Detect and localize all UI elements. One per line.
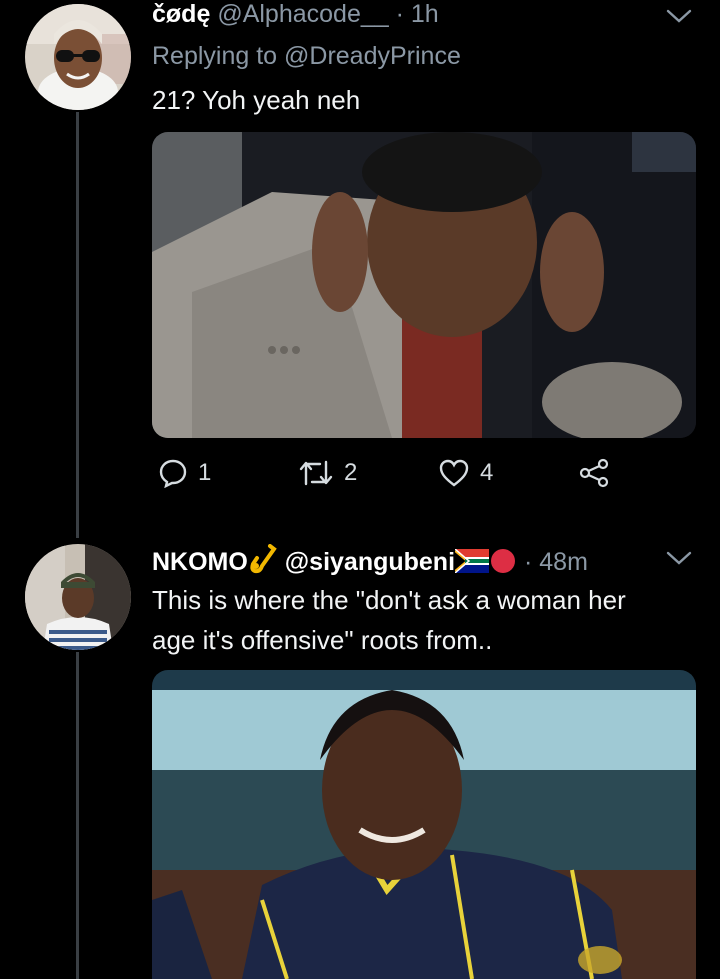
thread-line-2	[76, 652, 79, 979]
tweet-text: 21? Yoh yeah neh	[152, 85, 361, 115]
handle[interactable]: @siyangubeni	[285, 548, 455, 576]
reply-count: 1	[198, 459, 212, 486]
tweet-text: This is where the "don't ask a woman her…	[152, 580, 626, 660]
chevron-down-icon[interactable]	[666, 550, 692, 566]
tweet-text-line: age it's offensive" roots from..	[152, 625, 493, 655]
replying-to[interactable]: Replying to @DreadyPrince	[152, 42, 461, 71]
share-icon	[579, 458, 609, 488]
tweet-header: NKOMO @siyangubeni · 48m	[152, 544, 588, 577]
separator: ·	[395, 0, 404, 28]
timestamp[interactable]: 1h	[411, 0, 439, 28]
timestamp[interactable]: 48m	[539, 548, 588, 576]
tweet-actions: 1 2 4	[152, 458, 632, 502]
tweet-header: čødę @Alphacode__ · 1h	[152, 0, 439, 29]
like-action[interactable]: 4	[438, 458, 493, 488]
thread-line-1	[76, 112, 79, 538]
avatar[interactable]	[25, 4, 131, 110]
retweet-icon	[299, 460, 333, 486]
south-africa-flag-icon	[454, 548, 490, 574]
share-action[interactable]	[578, 458, 610, 488]
retweet-action[interactable]: 2	[298, 458, 357, 488]
separator: ·	[523, 548, 533, 576]
avatar[interactable]	[25, 544, 131, 650]
chevron-down-icon[interactable]	[666, 8, 692, 24]
saxophone-icon	[250, 544, 277, 574]
tweet-image[interactable]	[152, 132, 696, 438]
retweet-count: 2	[344, 459, 358, 486]
display-name[interactable]: NKOMO	[152, 548, 248, 576]
reply-icon	[159, 459, 187, 488]
red-circle-icon	[491, 549, 516, 573]
handle[interactable]: @Alphacode__	[217, 0, 388, 28]
heart-icon	[439, 459, 469, 487]
display-name[interactable]: čødę	[152, 0, 210, 28]
reply-action[interactable]: 1	[158, 458, 211, 488]
like-count: 4	[480, 459, 494, 486]
tweet-text-line: This is where the "don't ask a woman her	[152, 585, 626, 615]
tweet-image[interactable]	[152, 670, 696, 979]
